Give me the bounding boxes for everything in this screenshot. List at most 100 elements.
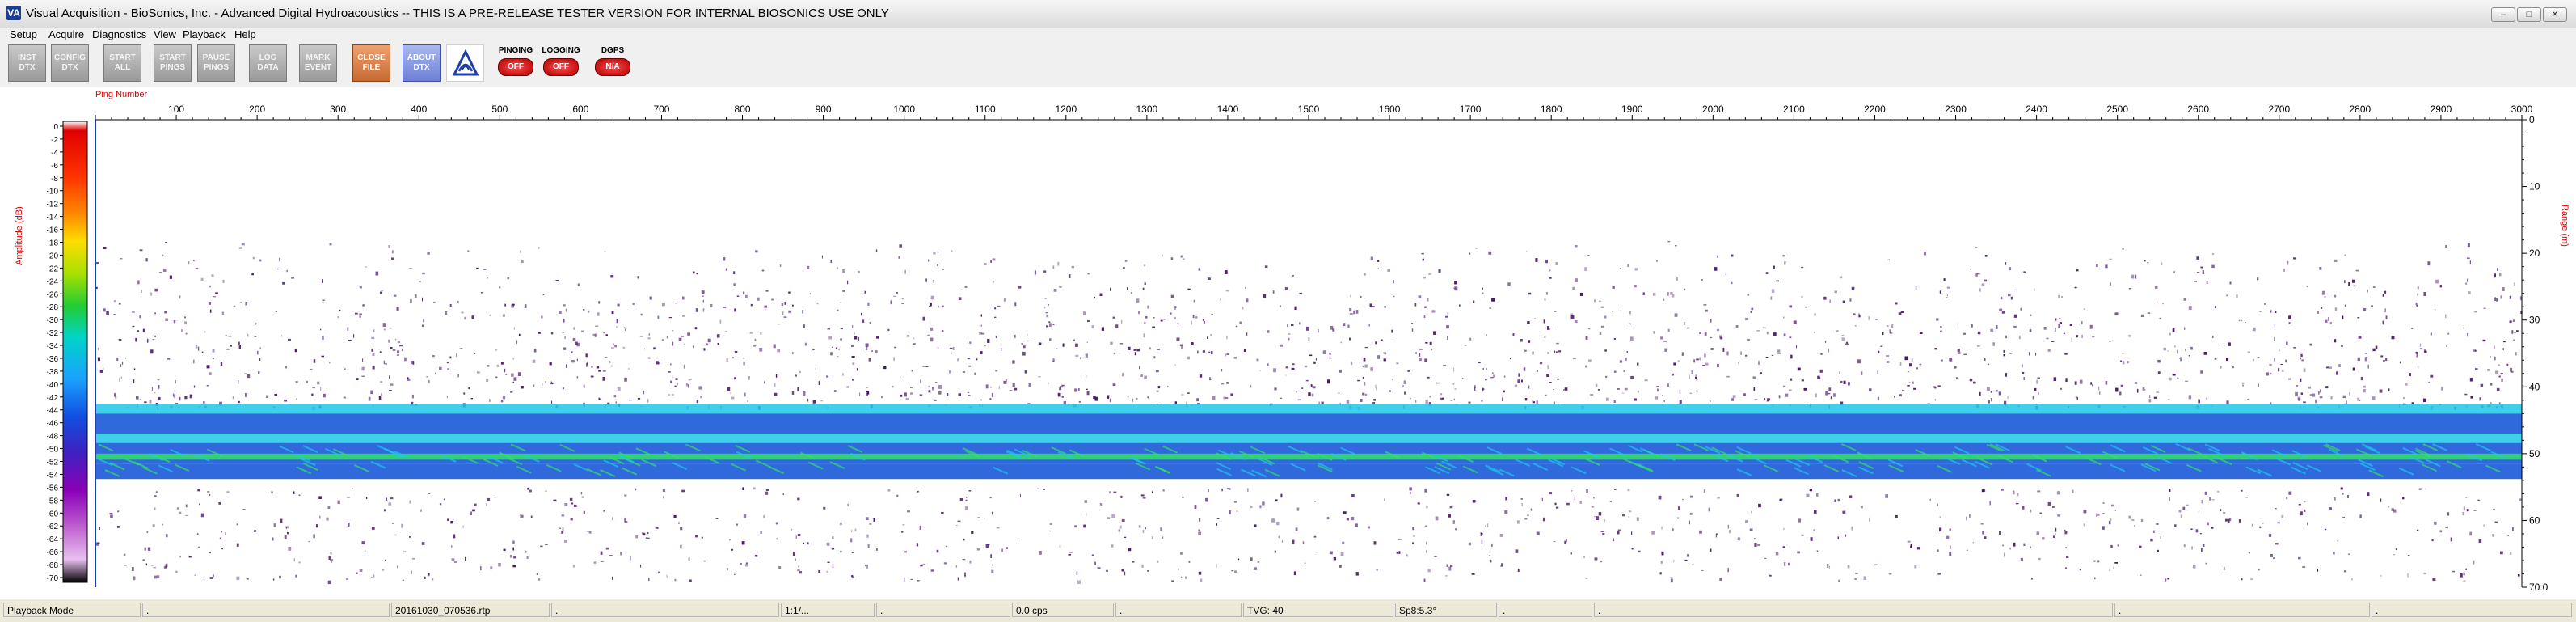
scatter-point <box>1915 286 1917 290</box>
scatter-point <box>1764 398 1766 400</box>
scatter-point <box>1692 563 1694 566</box>
menu-view[interactable]: View <box>154 28 176 40</box>
scatter-point <box>723 257 726 261</box>
scatter-point <box>563 319 565 323</box>
scatter-point <box>937 264 939 266</box>
scatter-point <box>2058 324 2060 328</box>
inst-dtx-button[interactable]: INST DTX <box>8 44 46 82</box>
scatter-point <box>209 552 211 553</box>
scatter-point <box>1554 311 1557 312</box>
scatter-point <box>934 399 937 401</box>
config-dtx-button[interactable]: CONFIG DTX <box>51 44 89 82</box>
scatter-point <box>1313 361 1316 364</box>
scatter-point <box>2211 264 2215 269</box>
scatter-point <box>2172 328 2175 332</box>
log-data-button[interactable]: LOG DATA <box>249 44 287 82</box>
scatter-point <box>1281 540 1283 543</box>
scatter-point <box>2500 551 2503 555</box>
scatter-point <box>2498 402 2501 404</box>
scatter-point <box>615 401 617 404</box>
minimize-button[interactable]: – <box>2491 7 2515 22</box>
biosonics-logo-icon[interactable] <box>446 44 484 82</box>
pause-pings-button[interactable]: PAUSE PINGS <box>197 44 235 82</box>
colorbar-gradient <box>62 121 88 583</box>
scatter-point <box>1142 287 1145 290</box>
about-dtx-button[interactable]: ABOUT DTX <box>403 44 441 82</box>
scatter-point <box>989 398 992 400</box>
menu-playback[interactable]: Playback <box>183 28 226 40</box>
scatter-point <box>2480 383 2484 387</box>
scatter-point <box>1851 286 1855 290</box>
scatter-point <box>1667 383 1669 387</box>
dgps-indicator[interactable]: DGPS N/A <box>592 44 634 82</box>
start-all-button[interactable]: START ALL <box>103 44 141 82</box>
scatter-point <box>967 391 970 394</box>
scatter-point <box>386 497 388 501</box>
scatter-point <box>683 364 685 369</box>
pinging-indicator[interactable]: PINGING OFF <box>495 44 537 82</box>
scatter-point <box>725 331 727 332</box>
scatter-point <box>2178 510 2182 513</box>
scatter-point <box>1445 575 1448 577</box>
scatter-point <box>190 395 193 396</box>
echogram-plot[interactable]: 100 200 300 400 500 600 700 800 900 1000 1100 1200 1… <box>0 87 2576 599</box>
menu-acquire[interactable]: Acquire <box>48 28 84 40</box>
scatter-point <box>322 299 325 301</box>
scatter-point <box>2064 353 2068 355</box>
scatter-point <box>1991 398 1992 402</box>
scatter-point <box>1203 320 1205 324</box>
scatter-point <box>1524 518 1528 520</box>
scatter-point <box>1243 349 1246 353</box>
scatter-point <box>137 330 140 332</box>
start-pings-button[interactable]: START PINGS <box>154 44 192 82</box>
scatter-point <box>689 579 692 582</box>
scatter-point <box>154 391 156 394</box>
scatter-point <box>1975 247 1978 248</box>
scatter-point <box>344 368 346 370</box>
scatter-point <box>989 497 992 499</box>
scatter-point <box>1364 364 1368 368</box>
scatter-point <box>576 376 579 379</box>
amplitude-tick-label: -50 <box>47 446 59 455</box>
scatter-point <box>1880 345 1883 347</box>
scatter-point <box>2179 358 2181 360</box>
scatter-point <box>640 313 643 316</box>
scatter-point <box>611 347 614 349</box>
scatter-point <box>1670 578 1673 583</box>
scatter-point <box>1302 541 1305 544</box>
menu-diagnostics[interactable]: Diagnostics <box>92 28 146 40</box>
scatter-point <box>141 290 142 294</box>
scatter-point <box>2423 349 2426 353</box>
scatter-point <box>348 523 350 527</box>
scatter-point <box>1912 381 1914 384</box>
scatter-point <box>1022 351 1026 356</box>
scatter-point <box>571 360 575 363</box>
echogram-panel[interactable]: 100 200 300 400 500 600 700 800 900 1000 1100 1200 1… <box>0 87 2576 599</box>
logging-indicator[interactable]: LOGGING OFF <box>540 44 582 82</box>
scatter-point <box>2274 336 2275 341</box>
scatter-point <box>875 350 878 353</box>
scatter-point <box>1230 393 1233 396</box>
close-file-button[interactable]: CLOSE FILE <box>352 44 390 82</box>
scatter-point <box>356 572 358 574</box>
scatter-point <box>2226 400 2229 404</box>
scatter-point <box>1653 331 1655 334</box>
menu-setup[interactable]: Setup <box>10 28 37 40</box>
scatter-point <box>421 324 424 327</box>
scatter-point <box>2001 311 2005 314</box>
scatter-point <box>1128 548 1132 552</box>
scatter-point <box>1758 503 1761 508</box>
mark-event-button[interactable]: MARK EVENT <box>299 44 337 82</box>
menu-help[interactable]: Help <box>234 28 256 40</box>
app-icon[interactable]: VA <box>6 6 21 20</box>
scatter-point <box>563 304 566 307</box>
scatter-point <box>1185 576 1187 579</box>
scatter-point <box>957 520 961 522</box>
scatter-point <box>840 328 843 330</box>
bottom-band-blue-1 <box>95 413 2522 434</box>
maximize-button[interactable]: □ <box>2517 7 2541 22</box>
scatter-point <box>2242 384 2244 387</box>
scatter-point <box>2319 396 2323 399</box>
amplitude-tick-label: -26 <box>47 290 59 299</box>
close-window-button[interactable]: ✕ <box>2543 7 2567 22</box>
